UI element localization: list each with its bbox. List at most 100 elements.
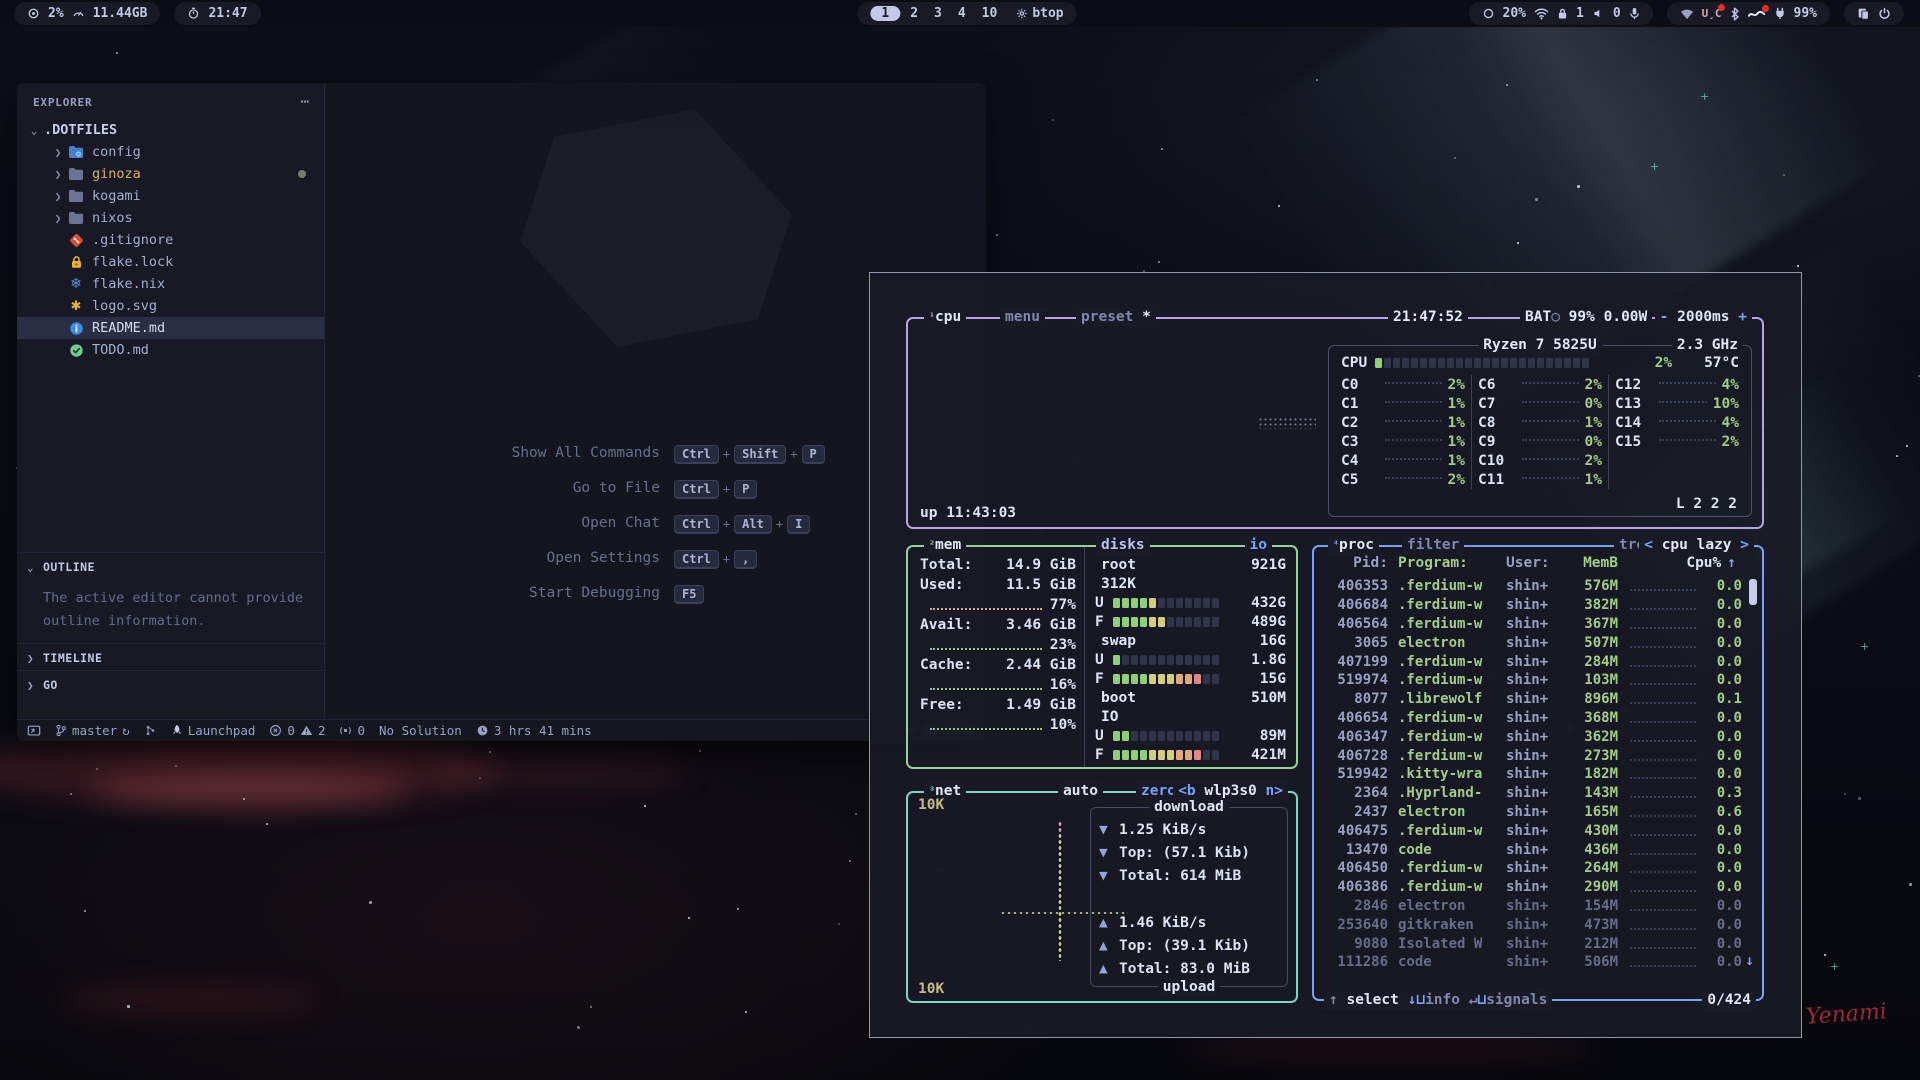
- col-pid[interactable]: Pid:: [1322, 555, 1388, 571]
- sparkle-icon: +: [1700, 90, 1709, 103]
- process-row[interactable]: 519974.ferdium-wshin+103M0.0: [1318, 671, 1758, 690]
- star: [489, 751, 491, 753]
- system-stats-pill[interactable]: 2% 11.44GB: [14, 2, 160, 25]
- process-row[interactable]: 2846electronshin+154M0.0: [1318, 897, 1758, 916]
- workspace-button-1[interactable]: 1: [870, 6, 900, 21]
- process-row[interactable]: 406654.ferdium-wshin+368M0.0: [1318, 709, 1758, 728]
- proc-sort-selector[interactable]: < cpu lazy >: [1639, 536, 1754, 555]
- disk-name-row[interactable]: boot510M: [1095, 688, 1286, 707]
- cpu-preset-button[interactable]: preset *: [1076, 308, 1156, 327]
- keycap: Shift: [734, 445, 786, 463]
- keycap: Ctrl: [674, 550, 719, 568]
- git-branch-button[interactable]: master ↻: [55, 723, 130, 738]
- process-row[interactable]: 406450.ferdium-wshin+264M0.0: [1318, 859, 1758, 878]
- tree-folder-ginoza[interactable]: ❯ginoza: [17, 163, 324, 185]
- process-row[interactable]: 406475.ferdium-wshin+430M0.0: [1318, 821, 1758, 840]
- disks-toggle[interactable]: disks: [1096, 536, 1150, 555]
- process-row[interactable]: 3065electronshin+507M0.0: [1318, 633, 1758, 652]
- disk-name-row[interactable]: swap16G: [1095, 631, 1286, 650]
- mem-stat-row: Total:14.9 GiB: [920, 555, 1076, 575]
- solution-status[interactable]: No Solution: [379, 723, 462, 738]
- project-root-item[interactable]: ⌄ .DOTFILES: [17, 119, 324, 141]
- core-name: C8: [1478, 415, 1520, 431]
- process-row[interactable]: 2364.Hyprland-shin+143M0.3: [1318, 784, 1758, 803]
- mem-percent-row: 16%: [920, 675, 1076, 695]
- devices-pill[interactable]: U̧C 99%: [1667, 2, 1830, 25]
- cpu-box-title[interactable]: ¹cpu: [924, 308, 966, 327]
- process-row[interactable]: 406353.ferdium-wshin+576M0.0: [1318, 577, 1758, 596]
- problems-button[interactable]: 0 2: [269, 723, 325, 738]
- go-title: GO: [43, 678, 58, 692]
- session-pill[interactable]: [1844, 2, 1904, 25]
- proc-filter-button[interactable]: filter: [1402, 536, 1464, 555]
- tree-file-logo-svg[interactable]: ✱logo.svg: [17, 295, 324, 317]
- brightness-icon: [1482, 7, 1495, 20]
- go-section-header[interactable]: ❯ GO: [17, 670, 324, 697]
- col-program[interactable]: Program:: [1388, 555, 1506, 571]
- net-auto-button[interactable]: auto: [1058, 782, 1103, 801]
- col-mem[interactable]: MemB: [1568, 555, 1618, 571]
- star: [590, 1006, 592, 1008]
- tree-file--gitignore[interactable]: .gitignore: [17, 229, 324, 251]
- tree-file-readme-md[interactable]: README.md: [17, 317, 324, 339]
- outline-section-header[interactable]: ⌄ OUTLINE: [17, 552, 324, 579]
- tree-file-todo-md[interactable]: TODO.md: [17, 339, 324, 361]
- process-name: .ferdium-w: [1388, 616, 1506, 632]
- workspace-button-2[interactable]: 2: [904, 6, 924, 21]
- mem-graph-dots: [930, 688, 1042, 690]
- down-arrow-icon: ▼: [1099, 822, 1111, 838]
- tree-file-flake-lock[interactable]: flake.lock: [17, 251, 324, 273]
- star: [1517, 242, 1519, 244]
- process-row[interactable]: 406347.ferdium-wshin+362M0.0: [1318, 727, 1758, 746]
- process-row[interactable]: 406728.ferdium-wshin+273M0.0: [1318, 746, 1758, 765]
- remote-indicator-button[interactable]: [27, 724, 41, 738]
- process-row[interactable]: 406386.ferdium-wshin+290M0.0: [1318, 878, 1758, 897]
- process-row[interactable]: 406564.ferdium-wshin+367M0.0: [1318, 615, 1758, 634]
- tree-folder-nixos[interactable]: ❯nixos: [17, 207, 324, 229]
- ports-button[interactable]: 0: [339, 723, 365, 738]
- error-count: 0: [287, 723, 295, 738]
- update-interval-control[interactable]: - 2000ms +: [1655, 308, 1752, 327]
- volume-value: 0: [1613, 6, 1621, 21]
- tree-folder-kogami[interactable]: ❯kogami: [17, 185, 324, 207]
- col-user[interactable]: User:: [1506, 555, 1568, 571]
- vscode-watermark: [531, 103, 781, 353]
- process-user: shin+: [1506, 804, 1568, 820]
- quick-status-pill[interactable]: 20% 1 0: [1469, 2, 1653, 25]
- proc-scrollbar-thumb[interactable]: [1749, 579, 1757, 605]
- process-row[interactable]: 407199.ferdium-wshin+284M0.0: [1318, 652, 1758, 671]
- scroll-down-icon[interactable]: ↓: [1745, 953, 1754, 969]
- launchpad-button[interactable]: Launchpad: [171, 723, 256, 738]
- star: [1161, 148, 1163, 150]
- star: [1577, 185, 1580, 188]
- source-control-graph-button[interactable]: [144, 724, 157, 737]
- explorer-more-button[interactable]: ⋯: [301, 94, 310, 110]
- workspace-button-3[interactable]: 3: [928, 6, 948, 21]
- process-row[interactable]: 519942.kitty-wrashin+182M0.0: [1318, 765, 1758, 784]
- col-cpu[interactable]: Cpu%: [1686, 555, 1721, 571]
- workspace-button-10[interactable]: 10: [976, 6, 1004, 21]
- sparkle-icon: +: [1830, 960, 1839, 973]
- proc-footer-keys[interactable]: ↑ select ↓⊔info ↵⊔signals: [1324, 991, 1552, 1010]
- process-row[interactable]: 111286codeshin+506M0.0: [1318, 953, 1758, 972]
- time-tracker-status[interactable]: 3 hrs 41 mins: [476, 723, 592, 738]
- disk-meter: [1113, 731, 1219, 741]
- workspace-button-4[interactable]: 4: [952, 6, 972, 21]
- process-row[interactable]: 8077.librewolfshin+896M0.1: [1318, 690, 1758, 709]
- disk-name-row[interactable]: root921G: [1095, 555, 1286, 574]
- tree-file-flake-nix[interactable]: ❄flake.nix: [17, 273, 324, 295]
- process-row[interactable]: 2437electronshin+165M0.6: [1318, 803, 1758, 822]
- process-row[interactable]: 406684.ferdium-wshin+382M0.0: [1318, 596, 1758, 615]
- clock-pill[interactable]: 21:47: [174, 2, 260, 25]
- process-row[interactable]: 253640gitkrakenshin+473M0.0: [1318, 915, 1758, 934]
- process-row[interactable]: 13470codeshin+436M0.0: [1318, 840, 1758, 859]
- mem-box-title[interactable]: ²mem: [924, 536, 966, 555]
- proc-box-title[interactable]: ⁴proc: [1328, 536, 1379, 555]
- process-pid: 407199: [1322, 654, 1388, 670]
- io-toggle[interactable]: io: [1245, 536, 1272, 555]
- timeline-section-header[interactable]: ❯ TIMELINE: [17, 643, 324, 670]
- cpu-menu-button[interactable]: menu: [1000, 308, 1045, 327]
- process-row[interactable]: 9080Isolated Wshin+212M0.0: [1318, 934, 1758, 953]
- tree-folder-config[interactable]: ❯config: [17, 141, 324, 163]
- cpu-temperature: 57°C: [1704, 355, 1739, 371]
